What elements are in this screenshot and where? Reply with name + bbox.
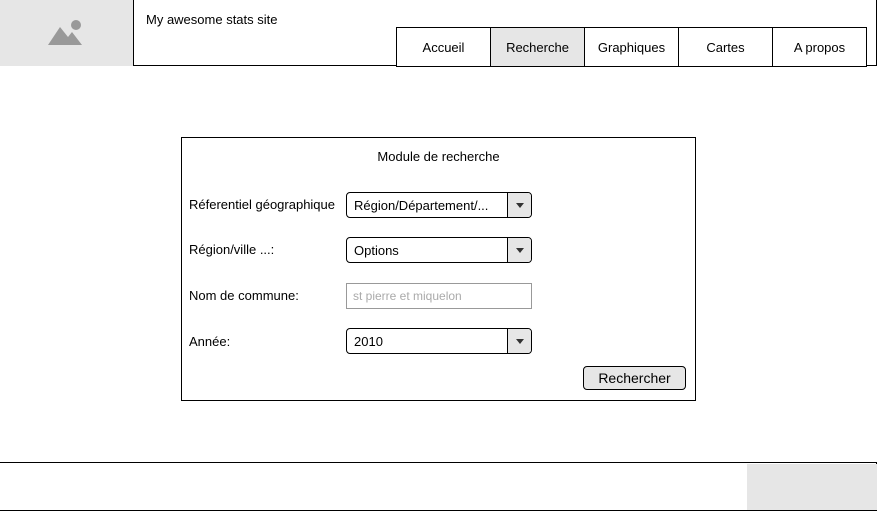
chevron-down-icon bbox=[516, 203, 524, 208]
dropdown-button[interactable] bbox=[507, 329, 531, 353]
region-select[interactable]: Options bbox=[346, 237, 532, 263]
dropdown-button[interactable] bbox=[507, 193, 531, 217]
nav-item-recherche[interactable]: Recherche bbox=[490, 27, 585, 67]
chevron-down-icon bbox=[516, 339, 524, 344]
main-nav: Accueil Recherche Graphiques Cartes A pr… bbox=[396, 27, 867, 67]
geo-ref-label: Réferentiel géographique bbox=[189, 197, 335, 212]
year-select[interactable]: 2010 bbox=[346, 328, 532, 354]
chevron-down-icon bbox=[516, 248, 524, 253]
logo bbox=[0, 0, 133, 66]
year-label: Année: bbox=[189, 334, 231, 349]
site-title: My awesome stats site bbox=[146, 12, 278, 27]
commune-input[interactable] bbox=[346, 283, 532, 309]
geo-ref-value: Région/Département/... bbox=[354, 198, 489, 213]
search-module: Module de recherche Réferentiel géograph… bbox=[181, 137, 696, 401]
search-button[interactable]: Rechercher bbox=[583, 366, 686, 390]
nav-item-a-propos[interactable]: A propos bbox=[772, 27, 867, 67]
year-value: 2010 bbox=[354, 334, 383, 349]
region-value: Options bbox=[354, 243, 399, 258]
dropdown-button[interactable] bbox=[507, 238, 531, 262]
geo-ref-select[interactable]: Région/Département/... bbox=[346, 192, 532, 218]
image-placeholder-icon bbox=[48, 20, 82, 45]
region-label: Région/ville ...: bbox=[189, 242, 275, 257]
nav-item-cartes[interactable]: Cartes bbox=[678, 27, 773, 67]
commune-label: Nom de commune: bbox=[189, 288, 299, 303]
nav-item-accueil[interactable]: Accueil bbox=[396, 27, 491, 67]
nav-item-graphiques[interactable]: Graphiques bbox=[584, 27, 679, 67]
footer-placeholder bbox=[747, 464, 877, 510]
module-title: Module de recherche bbox=[377, 149, 500, 164]
footer bbox=[0, 462, 877, 511]
